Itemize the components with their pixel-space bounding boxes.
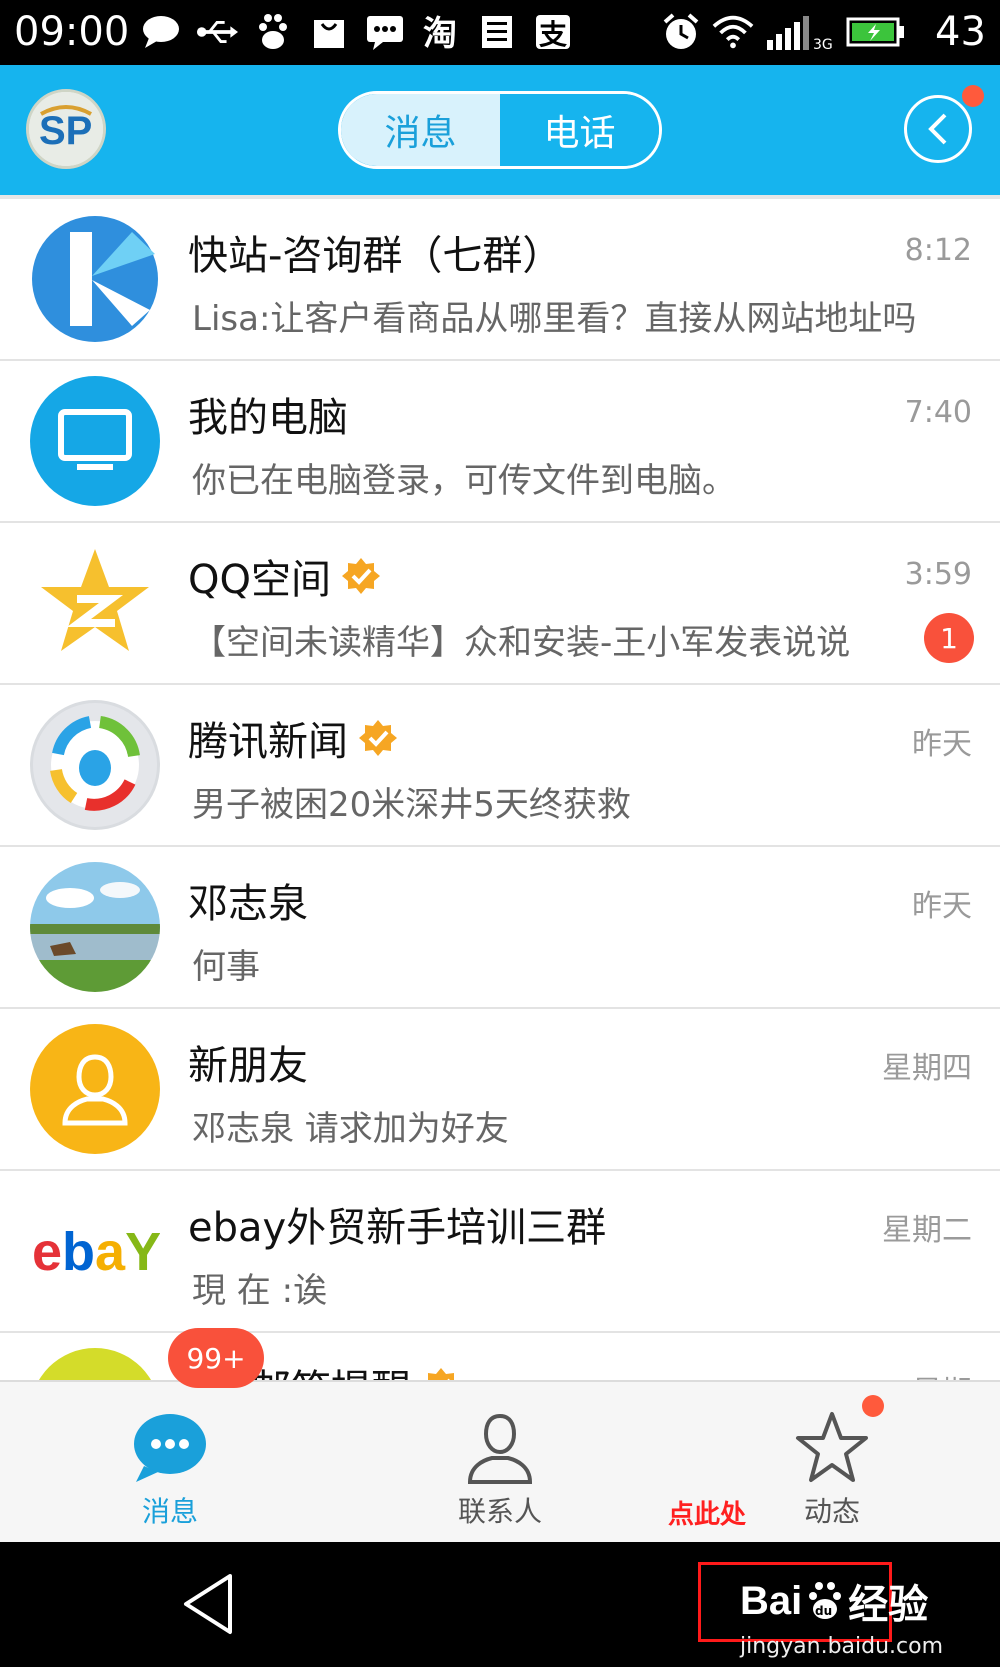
alarm-icon — [660, 12, 702, 52]
baidu-jingyan-watermark: Bai du 经验 jingyan.baidu.com — [740, 1572, 944, 1660]
chevron-left-icon — [928, 113, 947, 145]
conversation-row[interactable]: 我的电脑 7:40 你已在电脑登录，可传文件到电脑。 — [0, 361, 1000, 523]
system-icons: 3G — [660, 12, 908, 52]
conversation-preview: 邓志泉 请求加为好友 — [192, 1109, 509, 1149]
conversation-list: 快站-咨询群（七群） 8:12 Lisa:让客户看商品从哪里看？直接从网站地址吗… — [0, 195, 1000, 1380]
svg-text:支: 支 — [539, 18, 567, 51]
conversation-title: ebay外贸新手培训三群 — [188, 1205, 607, 1251]
landscape-photo — [30, 862, 160, 992]
kuaizhan-logo — [30, 214, 160, 344]
taobao-icon: 淘 — [420, 12, 462, 52]
tab-messages[interactable]: 消息 — [341, 94, 500, 166]
conversation-row[interactable]: 新朋友 星期四 邓志泉 请求加为好友 — [0, 1009, 1000, 1171]
conversation-preview: 男子被困20米深井5天终获救 — [192, 785, 631, 825]
back-button[interactable] — [904, 95, 972, 163]
notification-icons: 淘 支 — [140, 12, 574, 52]
qq-mail-icon — [30, 1348, 160, 1380]
tab-contacts[interactable]: 联系人 — [420, 1382, 580, 1544]
header-segmented-control: 消息 电话 — [338, 91, 662, 169]
sms-icon — [364, 12, 406, 52]
svg-text:ebaY: ebaY — [32, 1222, 160, 1282]
conversation-preview: 何事 — [192, 947, 260, 987]
notification-dot — [962, 85, 984, 107]
contact-card-icon — [476, 12, 518, 52]
tutorial-annotation: 点此处 — [668, 1500, 747, 1530]
watermark-url: jingyan.baidu.com — [740, 1634, 944, 1659]
conversation-preview: 你已在电脑登录，可传文件到电脑。 — [192, 461, 736, 501]
activity-notification-dot — [862, 1395, 884, 1417]
unread-badge: 1 — [924, 613, 974, 663]
app-header: SP 消息 电话 — [0, 65, 1000, 195]
conversation-title: 邓志泉 — [188, 881, 308, 927]
conversation-title: 腾讯新闻 — [188, 709, 398, 767]
conversation-preview: 【空间未读精华】众和安装-王小军发表说说 — [192, 623, 851, 663]
tab-label: 联系人 — [457, 1495, 542, 1528]
conversation-time: 3:59 — [904, 557, 972, 592]
conversation-time: 星期 — [912, 1367, 972, 1380]
tab-label: 消息 — [141, 1495, 198, 1528]
conversation-time: 星期二 — [882, 1213, 972, 1248]
baidu-paw-icon — [252, 12, 294, 52]
conversation-time: 8:12 — [904, 233, 972, 268]
status-time: 09:00 — [14, 9, 130, 55]
conversation-title: QQ空间 — [188, 547, 381, 605]
tab-calls[interactable]: 电话 — [500, 94, 659, 166]
conversation-time: 星期四 — [882, 1051, 972, 1086]
chat-bubble-icon — [134, 1414, 206, 1482]
conversation-title: 新朋友 — [188, 1043, 308, 1089]
messages-badge: 99+ — [168, 1328, 264, 1388]
svg-text:淘: 淘 — [423, 14, 457, 51]
signal-icon: 3G — [764, 12, 834, 52]
conversation-time: 7:40 — [904, 395, 972, 430]
baidu-paw-icon: du — [809, 1582, 842, 1619]
conversation-preview: Lisa:让客户看商品从哪里看？直接从网站地址吗 — [192, 299, 917, 339]
alipay-icon: 支 — [532, 12, 574, 52]
computer-icon — [30, 376, 160, 506]
wifi-icon — [712, 12, 754, 52]
conversation-preview: 現 在 :诶 — [192, 1271, 328, 1311]
bag-icon — [308, 12, 350, 52]
network-type: 3G — [813, 37, 833, 50]
verified-badge-icon — [359, 720, 397, 756]
star-outline-icon — [796, 1412, 868, 1482]
tab-messages-bottom[interactable]: 消息 — [90, 1382, 250, 1544]
conversation-row[interactable]: 邓志泉 昨天 何事 — [0, 847, 1000, 1009]
conversation-row[interactable]: QQ空间 3:59 【空间未读精华】众和安装-王小军发表说说 1 — [0, 523, 1000, 685]
conversation-time: 昨天 — [912, 889, 972, 924]
conversation-row[interactable]: 腾讯新闻 昨天 男子被困20米深井5天终获救 — [0, 685, 1000, 847]
conversation-row[interactable]: 快站-咨询群（七群） 8:12 Lisa:让客户看商品从哪里看？直接从网站地址吗 — [0, 199, 1000, 361]
qzone-star-icon — [30, 538, 160, 668]
conversation-row[interactable]: QQ邮箱提醒 星期 — [0, 1333, 1000, 1380]
conversation-title: 快站-咨询群（七群） — [188, 233, 563, 279]
bottom-tab-bar: 消息 联系人 动态 — [0, 1380, 1000, 1542]
my-avatar[interactable]: SP — [26, 89, 106, 169]
verified-badge-icon — [341, 558, 380, 594]
tab-activity[interactable]: 动态 — [752, 1382, 912, 1544]
ebay-logo: ebaY — [30, 1186, 160, 1316]
conversation-title: 我的电脑 — [188, 395, 348, 441]
usb-icon — [196, 12, 238, 52]
status-bar: 09:00 淘 支 3G 43 — [0, 0, 1000, 65]
tab-label: 动态 — [803, 1495, 860, 1528]
battery-icon — [844, 12, 908, 52]
svg-text:du: du — [815, 1604, 832, 1618]
tencent-news-logo — [30, 700, 160, 830]
verified-badge-icon — [427, 1368, 454, 1380]
nav-back-icon[interactable] — [180, 1572, 236, 1636]
svg-text:SP: SP — [39, 109, 92, 153]
conversation-row[interactable]: ebaY ebay外贸新手培训三群 星期二 現 在 :诶 — [0, 1171, 1000, 1333]
watermark-logo: Bai du 经验 — [740, 1578, 929, 1628]
person-icon — [30, 1024, 160, 1154]
person-outline-icon — [467, 1413, 533, 1484]
conversation-time: 昨天 — [912, 727, 972, 762]
chat-bubble-icon — [140, 12, 182, 52]
battery-percent: 43 — [935, 9, 986, 55]
